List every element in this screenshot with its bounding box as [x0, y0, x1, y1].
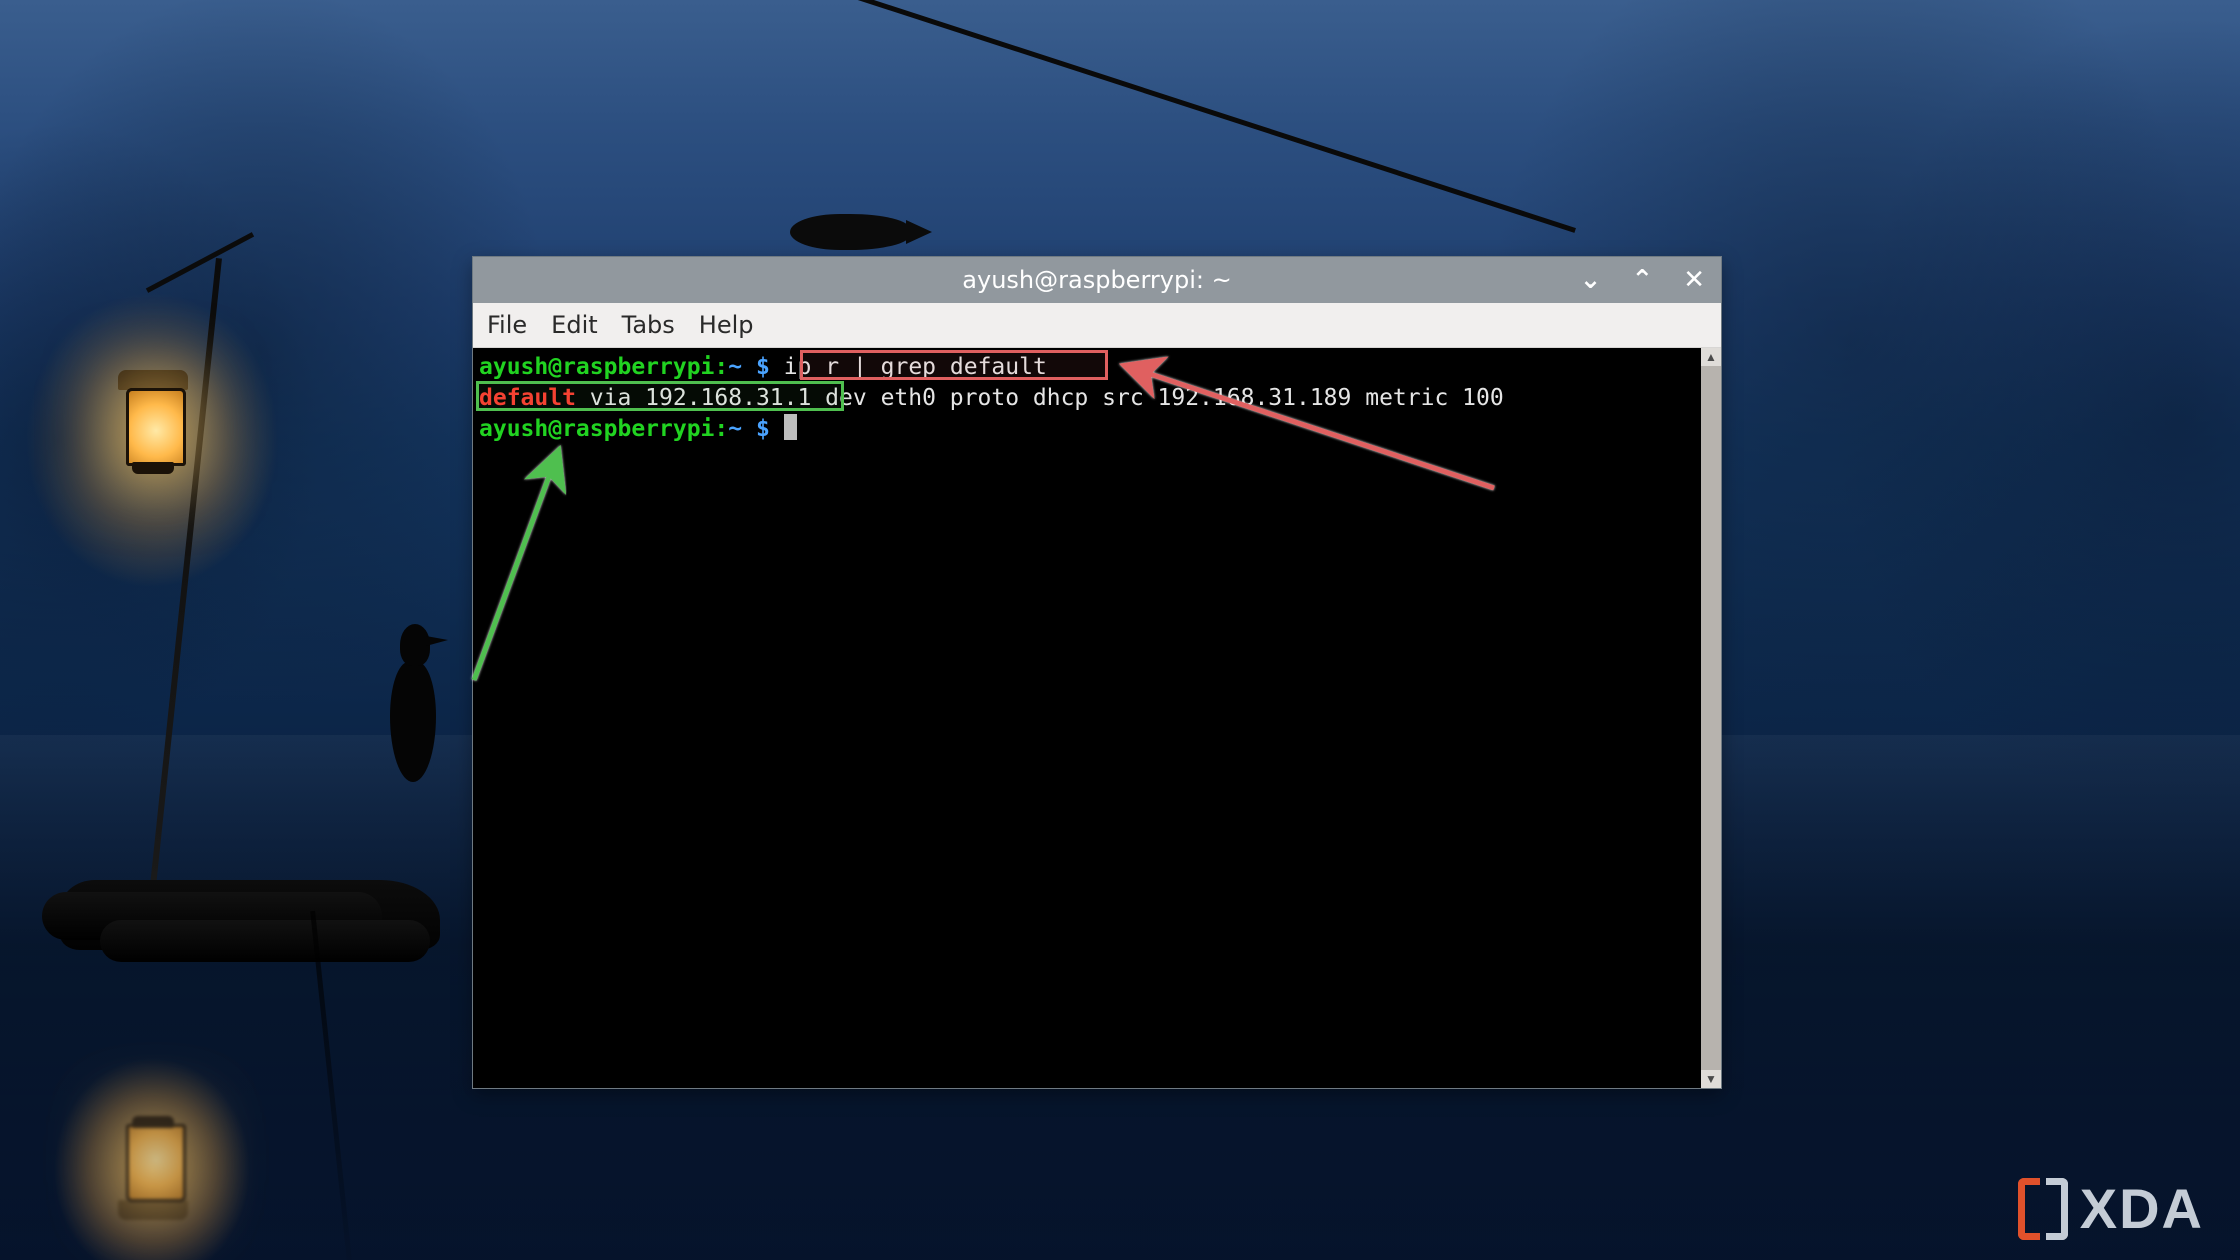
scroll-down-icon[interactable]: ▼ — [1701, 1070, 1721, 1088]
lantern-icon — [118, 370, 188, 490]
fish-shape — [790, 214, 910, 250]
raft-shape — [60, 880, 440, 950]
scroll-up-icon[interactable]: ▲ — [1701, 348, 1721, 366]
prompt2-dollar: $ — [756, 416, 770, 442]
terminal-window: ayush@raspberrypi: ~ ⌄ ⌃ ✕ File Edit Tab… — [472, 256, 1722, 1089]
typed-command: ip r | grep default — [784, 354, 1047, 380]
xda-logo-icon — [2018, 1178, 2068, 1240]
prompt2-sep: : — [714, 416, 728, 442]
terminal-scrollbar[interactable]: ▲ ▼ — [1701, 348, 1721, 1088]
prompt2-user: ayush@raspberrypi — [479, 416, 714, 442]
menu-tabs[interactable]: Tabs — [622, 311, 675, 339]
menu-bar: File Edit Tabs Help — [473, 303, 1721, 348]
prompt-path: ~ — [728, 354, 742, 380]
terminal-cursor — [784, 414, 797, 440]
menu-help[interactable]: Help — [699, 311, 754, 339]
prompt2-path: ~ — [728, 416, 742, 442]
prompt-user: ayush@raspberrypi — [479, 354, 714, 380]
prompt-sep: : — [714, 354, 728, 380]
xda-watermark: XDA — [2018, 1178, 2204, 1240]
menu-edit[interactable]: Edit — [551, 311, 597, 339]
minimize-icon[interactable]: ⌄ — [1574, 263, 1608, 297]
window-title: ayush@raspberrypi: ~ — [962, 266, 1231, 294]
route-output-rest: via 192.168.31.1 dev eth0 proto dhcp src… — [576, 385, 1504, 411]
window-titlebar[interactable]: ayush@raspberrypi: ~ ⌄ ⌃ ✕ — [473, 257, 1721, 303]
maximize-icon[interactable]: ⌃ — [1625, 263, 1659, 297]
menu-file[interactable]: File — [487, 311, 527, 339]
prompt-dollar: $ — [756, 354, 770, 380]
grep-match-keyword: default — [479, 385, 576, 411]
terminal-output[interactable]: ayush@raspberrypi:~ $ ip r | grep defaul… — [473, 348, 1701, 1088]
close-icon[interactable]: ✕ — [1677, 263, 1711, 297]
cormorant-shape — [380, 602, 440, 802]
scroll-track[interactable] — [1701, 366, 1721, 1070]
terminal-area[interactable]: ayush@raspberrypi:~ $ ip r | grep defaul… — [473, 348, 1721, 1088]
xda-logo-text: XDA — [2080, 1181, 2204, 1237]
lantern-reflection — [118, 1100, 188, 1220]
window-controls: ⌄ ⌃ ✕ — [1574, 257, 1711, 303]
